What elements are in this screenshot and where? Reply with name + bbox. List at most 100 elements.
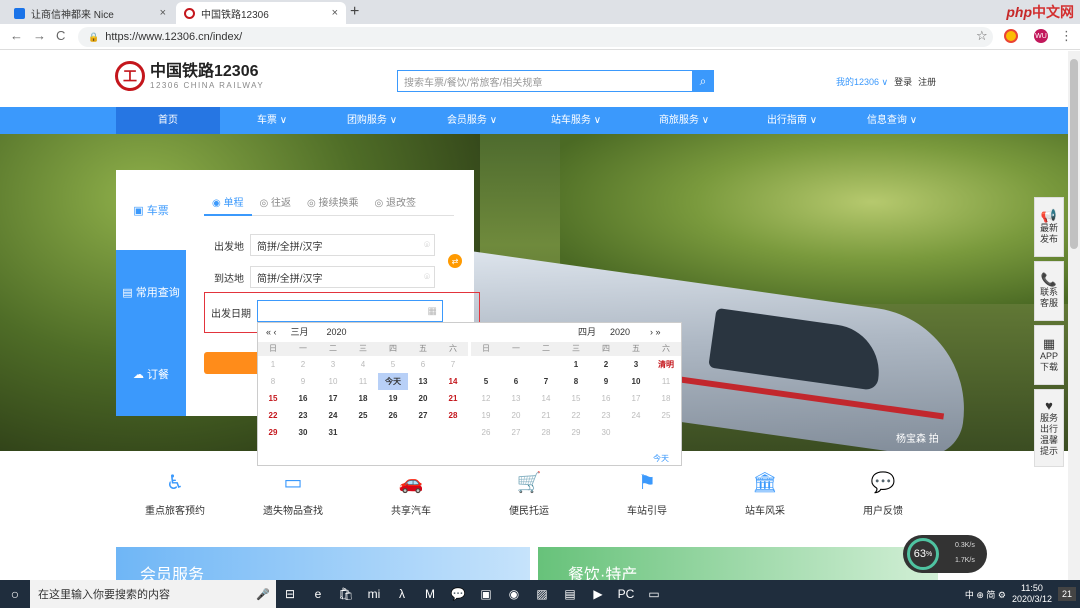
search-icon[interactable]: ⌕: [692, 70, 714, 92]
calendar-day[interactable]: 27: [501, 424, 531, 441]
calendar-day[interactable]: 9: [288, 373, 318, 390]
profile-avatar[interactable]: WU: [1034, 29, 1048, 43]
browser-tab-1[interactable]: 让商信神都来 Nice ×: [6, 2, 174, 24]
calendar-day[interactable]: 10: [318, 373, 348, 390]
browser-menu-icon[interactable]: ⋮: [1060, 28, 1073, 44]
register-link[interactable]: 注册: [918, 75, 936, 88]
calendar-day[interactable]: 15: [561, 390, 591, 407]
calendar-day[interactable]: 3: [621, 356, 651, 373]
calendar-day[interactable]: 16: [288, 390, 318, 407]
calendar-day[interactable]: 29: [258, 424, 288, 441]
calendar-day[interactable]: 1: [258, 356, 288, 373]
taskbar-app-icon[interactable]: ▭: [640, 580, 668, 608]
taskbar-app-icon[interactable]: 💬: [444, 580, 472, 608]
to-input[interactable]: 简拼/全拼/汉字 ⌾: [250, 266, 435, 288]
calendar-day[interactable]: 25: [651, 407, 681, 424]
tab-common-query[interactable]: ▤ 常用查询: [116, 252, 186, 332]
calendar-day[interactable]: 13: [501, 390, 531, 407]
taskbar-app-icon[interactable]: ▶: [584, 580, 612, 608]
chrome-extension-icon[interactable]: [1004, 29, 1018, 43]
taskbar-app-icon[interactable]: ◉: [500, 580, 528, 608]
tab-round-trip[interactable]: ◎ 往返: [252, 194, 300, 216]
calendar-day[interactable]: 25: [348, 407, 378, 424]
calendar-day[interactable]: 2: [591, 356, 621, 373]
calendar-day[interactable]: 2: [288, 356, 318, 373]
nav-home[interactable]: 首页: [116, 107, 220, 134]
service-shipping[interactable]: 🛒 便民托运: [470, 468, 588, 518]
nav-tickets[interactable]: 车票 ∨: [220, 107, 324, 134]
calendar-day[interactable]: 今天: [378, 373, 408, 390]
service-lost[interactable]: ▭ 遗失物品查找: [234, 468, 352, 518]
calendar-day[interactable]: 19: [471, 407, 501, 424]
start-button[interactable]: ○: [0, 580, 30, 608]
taskbar-app-icon[interactable]: PC: [612, 580, 640, 608]
calendar-day[interactable]: 27: [408, 407, 438, 424]
calendar-day[interactable]: 26: [378, 407, 408, 424]
calendar-day[interactable]: 22: [258, 407, 288, 424]
nav-info[interactable]: 信息查询 ∨: [840, 107, 944, 134]
calendar-day[interactable]: 3: [318, 356, 348, 373]
nav-member[interactable]: 会员服务 ∨: [420, 107, 524, 134]
my-account-link[interactable]: 我的12306 ∨: [836, 75, 888, 88]
calendar-day[interactable]: 17: [621, 390, 651, 407]
calendar-day[interactable]: 24: [621, 407, 651, 424]
browser-tab-2[interactable]: 中国铁路12306 ×: [176, 2, 346, 24]
taskbar-app-icon[interactable]: ▤: [556, 580, 584, 608]
taskbar-app-icon[interactable]: ▨: [528, 580, 556, 608]
service-guide[interactable]: ⚑ 车站引导: [588, 468, 706, 518]
taskbar-app-icon[interactable]: ⊟: [276, 580, 304, 608]
calendar-day[interactable]: 24: [318, 407, 348, 424]
service-style[interactable]: 🏛 站车风采: [706, 468, 824, 518]
site-search-input[interactable]: 搜索车票/餐饮/常旅客/相关规章: [397, 70, 695, 92]
calendar-day[interactable]: 15: [258, 390, 288, 407]
nav-group[interactable]: 团购服务 ∨: [320, 107, 424, 134]
notification-center-icon[interactable]: 21: [1057, 587, 1076, 601]
year-label[interactable]: 2020: [327, 327, 347, 337]
back-button[interactable]: ←: [10, 28, 23, 43]
calendar-day[interactable]: 30: [288, 424, 318, 441]
calendar-day[interactable]: 14: [531, 390, 561, 407]
year-label[interactable]: 2020: [610, 327, 630, 337]
clock[interactable]: 11:50 2020/3/12: [1012, 583, 1052, 605]
sidebar-contact[interactable]: 📞 联系 客服: [1034, 261, 1064, 321]
next-month-button[interactable]: › »: [650, 327, 661, 337]
reload-button[interactable]: C: [56, 28, 65, 43]
promo-catering[interactable]: 餐饮·特产: [538, 547, 938, 584]
sidebar-app[interactable]: ▦ APP 下载: [1034, 325, 1064, 385]
calendar-day[interactable]: 8: [561, 373, 591, 390]
calendar-day[interactable]: 31: [318, 424, 348, 441]
sidebar-tips[interactable]: ♥ 服务 出行 温馨 提示: [1034, 389, 1064, 467]
month-label[interactable]: 三月: [291, 325, 309, 338]
taskbar-app-icon[interactable]: e: [304, 580, 332, 608]
new-tab-button[interactable]: +: [350, 3, 359, 21]
calendar-day[interactable]: 30: [591, 424, 621, 441]
calendar-day[interactable]: 6: [501, 373, 531, 390]
query-button[interactable]: [204, 352, 262, 374]
nav-station[interactable]: 站车服务 ∨: [524, 107, 628, 134]
calendar-day[interactable]: 26: [471, 424, 501, 441]
calendar-day[interactable]: 5: [471, 373, 501, 390]
tab-meal[interactable]: ☁ 订餐: [116, 334, 186, 414]
tray-icons[interactable]: 中 ⊕ 简 ⚙: [965, 588, 1006, 601]
nav-business[interactable]: 商旅服务 ∨: [632, 107, 736, 134]
month-label[interactable]: 四月: [578, 325, 596, 338]
calendar-day[interactable]: 10: [621, 373, 651, 390]
page-scrollbar[interactable]: [1068, 51, 1080, 580]
promo-member[interactable]: 会员服务: [116, 547, 530, 584]
calendar-day[interactable]: 11: [348, 373, 378, 390]
calendar-day[interactable]: 5: [378, 356, 408, 373]
calendar-day[interactable]: 21: [531, 407, 561, 424]
taskbar-search[interactable]: 在这里输入你要搜索的内容 🎤: [30, 580, 276, 608]
calendar-day[interactable]: 21: [438, 390, 468, 407]
today-link[interactable]: 今天: [653, 453, 669, 464]
calendar-day[interactable]: 12: [471, 390, 501, 407]
login-link[interactable]: 登录: [894, 75, 912, 88]
calendar-day[interactable]: 18: [348, 390, 378, 407]
calendar-day[interactable]: 28: [438, 407, 468, 424]
tab-transfer[interactable]: ◎ 接续换乘: [299, 194, 367, 216]
calendar-day[interactable]: 29: [561, 424, 591, 441]
bookmark-star-icon[interactable]: ☆: [976, 28, 988, 44]
tab-refund[interactable]: ◎ 退改签: [367, 194, 425, 216]
calendar-day[interactable]: 7: [438, 356, 468, 373]
close-tab-icon[interactable]: ×: [332, 7, 338, 19]
